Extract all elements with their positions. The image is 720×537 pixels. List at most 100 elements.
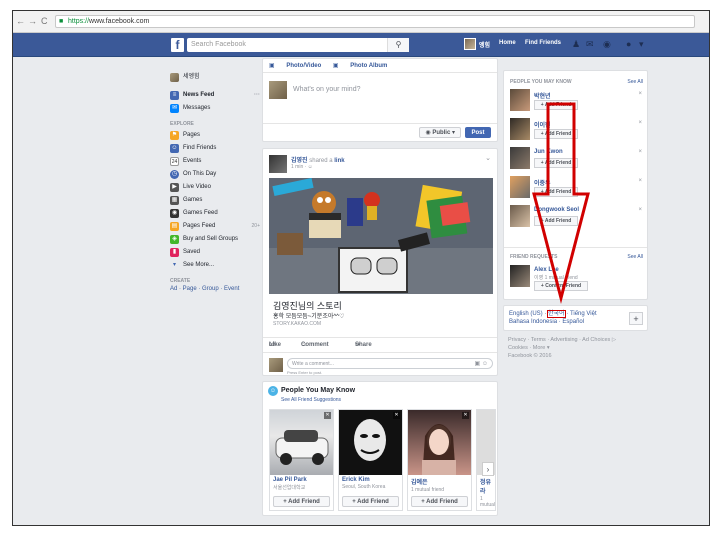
confirm-friend-button[interactable]: + Confirm Friend	[534, 281, 588, 291]
lang-korean[interactable]: 한국어	[547, 310, 566, 318]
sidebar-item-news-feed[interactable]: ≡ News Feed ···	[170, 89, 260, 102]
dismiss-icon[interactable]: ✕	[462, 412, 469, 419]
person-avatar[interactable]	[510, 118, 530, 140]
lang-tieng-viet[interactable]: Tiếng Việt	[570, 311, 597, 317]
car-illustration	[275, 430, 329, 465]
carousel-next-icon[interactable]: ›	[482, 462, 494, 476]
person-avatar[interactable]	[510, 205, 530, 227]
person-avatar[interactable]	[510, 176, 530, 198]
post-author-avatar[interactable]	[269, 155, 287, 173]
pymk-name[interactable]: Jae Pil Park	[273, 477, 333, 483]
sidebar-item-games-feed[interactable]: ◉ Games Feed	[170, 207, 260, 220]
dismiss-icon[interactable]: ✕	[393, 412, 400, 419]
user-avatar[interactable]	[464, 38, 476, 50]
post-timestamp[interactable]: 1 min · ☺	[291, 164, 313, 170]
post-header: 김영진 shared a link	[291, 155, 345, 164]
person-name[interactable]: Dongwook Seol	[534, 207, 579, 213]
search-input[interactable]: Search Facebook ⚲	[187, 38, 409, 52]
profile-link[interactable]: 엥힘	[479, 40, 490, 49]
person-name[interactable]: 이중우	[534, 178, 551, 187]
lang-bahasa[interactable]: Bahasa Indonesia	[509, 319, 557, 325]
audience-selector[interactable]: ◉ Public ▾	[419, 127, 461, 138]
sidebar-item-events[interactable]: 24 Events	[170, 155, 260, 168]
person-avatar[interactable]	[510, 89, 530, 111]
close-icon[interactable]: ×	[638, 91, 642, 97]
person-name[interactable]: 이이현	[534, 120, 551, 129]
find-friends-link[interactable]: Find Friends	[525, 40, 561, 46]
pymk-name[interactable]: 정유라	[480, 477, 495, 495]
sidebar-item-pages-feed[interactable]: ▤ Pages Feed 20+	[170, 220, 260, 233]
see-all-requests-link[interactable]: See All	[627, 254, 643, 260]
person-name[interactable]: Jun Kwon	[534, 149, 563, 155]
person-avatar[interactable]	[510, 265, 530, 287]
add-friend-button[interactable]: + Add Friend	[411, 496, 468, 507]
person-avatar[interactable]	[510, 147, 530, 169]
see-all-link[interactable]: See All	[627, 79, 643, 85]
messages-icon[interactable]: ✉	[586, 39, 594, 50]
lang-english[interactable]: English (US)	[509, 311, 543, 317]
sidebar-item-buy-sell[interactable]: ◈ Buy and Sell Groups	[170, 233, 260, 246]
close-icon[interactable]: ×	[638, 207, 642, 213]
chevron-down-icon[interactable]: ⌄	[485, 154, 491, 162]
confirm-friend-label: Confirm Friend	[545, 283, 582, 289]
pymk-name[interactable]: Erick Kim	[342, 477, 402, 483]
facebook-logo[interactable]: f	[171, 38, 184, 52]
sidebar-profile[interactable]: 세엥힘	[170, 71, 260, 84]
create-links[interactable]: Ad · Page · Group · Event	[170, 286, 260, 292]
more-options-icon[interactable]: ···	[254, 89, 260, 101]
sidebar-item-see-more[interactable]: ▾ See More...	[170, 259, 260, 272]
sidebar-item-live-video[interactable]: ▶ Live Video	[170, 181, 260, 194]
sidebar-item-games[interactable]: ▦ Games	[170, 194, 260, 207]
comment-input[interactable]: Write a comment... ▣ ☺	[287, 358, 493, 369]
pymk-photo[interactable]: ✕	[408, 410, 471, 475]
post-shared-link[interactable]: link	[334, 158, 344, 164]
footer-links[interactable]: Privacy · Terms · Advertising · Ad Choic…	[508, 336, 648, 344]
left-sidebar: 세엥힘 ≡ News Feed ··· ✉ Messages EXPLORE ⚑…	[170, 71, 260, 292]
person-name[interactable]: 박현년	[534, 91, 551, 100]
language-list: English (US) · 한국어 · Tiếng Việt Bahasa I…	[509, 310, 597, 325]
back-icon[interactable]: ←	[16, 16, 25, 26]
forward-icon[interactable]: →	[28, 16, 37, 26]
add-friend-button[interactable]: + Add Friend	[534, 100, 578, 110]
add-friend-button[interactable]: + Add Friend	[534, 158, 578, 168]
home-link[interactable]: Home	[499, 40, 516, 46]
sidebar-item-find-friends[interactable]: ☺ Find Friends	[170, 142, 260, 155]
reload-icon[interactable]: C	[41, 16, 48, 26]
notifications-icon[interactable]: ◉	[603, 39, 611, 50]
sidebar-item-messages[interactable]: ✉ Messages	[170, 102, 260, 115]
person-name[interactable]: Alex Lee	[534, 267, 559, 273]
close-icon[interactable]: ×	[638, 120, 642, 126]
address-bar[interactable]: ■ https://www.facebook.com	[55, 15, 695, 28]
pymk-photo[interactable]: ✕	[270, 410, 333, 475]
add-friend-button[interactable]: + Add Friend	[534, 187, 578, 197]
add-friend-button[interactable]: + Add Friend	[342, 496, 399, 507]
sidebar-item-saved[interactable]: ▮ Saved	[170, 246, 260, 259]
close-icon[interactable]: ×	[638, 149, 642, 155]
add-friend-button[interactable]: + Add Friend	[534, 216, 578, 226]
camera-icon[interactable]: ▣ ☺	[475, 359, 488, 369]
link-preview-image[interactable]	[269, 178, 493, 294]
friend-requests-icon[interactable]: ♟	[572, 39, 580, 50]
footer-links-2[interactable]: Cookies · More ▾	[508, 344, 648, 352]
more-languages-button[interactable]: +	[629, 312, 643, 325]
account-menu-icon[interactable]: ▾	[639, 39, 644, 50]
status-input[interactable]: What's on your mind?	[293, 86, 360, 93]
camera-icon: ▣	[269, 63, 275, 69]
games-icon: ▦	[170, 196, 179, 205]
close-icon[interactable]: ×	[638, 178, 642, 184]
post-button[interactable]: Post	[465, 127, 491, 138]
pymk-name[interactable]: 김예은	[411, 477, 471, 486]
add-friend-button[interactable]: + Add Friend	[273, 496, 330, 507]
sidebar-item-on-this-day[interactable]: ◷ On This Day	[170, 168, 260, 181]
sidebar-item-pages[interactable]: ⚑ Pages	[170, 129, 260, 142]
tab-photo-album[interactable]: Photo Album	[350, 63, 387, 69]
quick-help-icon[interactable]: ●	[626, 39, 631, 49]
tab-photo-video[interactable]: Photo/Video	[286, 63, 321, 69]
pymk-card: ✕ Jae Pil Park 서울선업대학교 + Add Friend	[269, 409, 334, 511]
pymk-photo[interactable]: ✕	[339, 410, 402, 475]
lang-espanol[interactable]: Español	[562, 319, 584, 325]
see-all-suggestions-link[interactable]: See All Friend Suggestions	[281, 397, 341, 403]
dismiss-icon[interactable]: ✕	[324, 412, 331, 419]
search-icon[interactable]: ⚲	[387, 38, 409, 52]
add-friend-button[interactable]: + Add Friend	[534, 129, 578, 139]
